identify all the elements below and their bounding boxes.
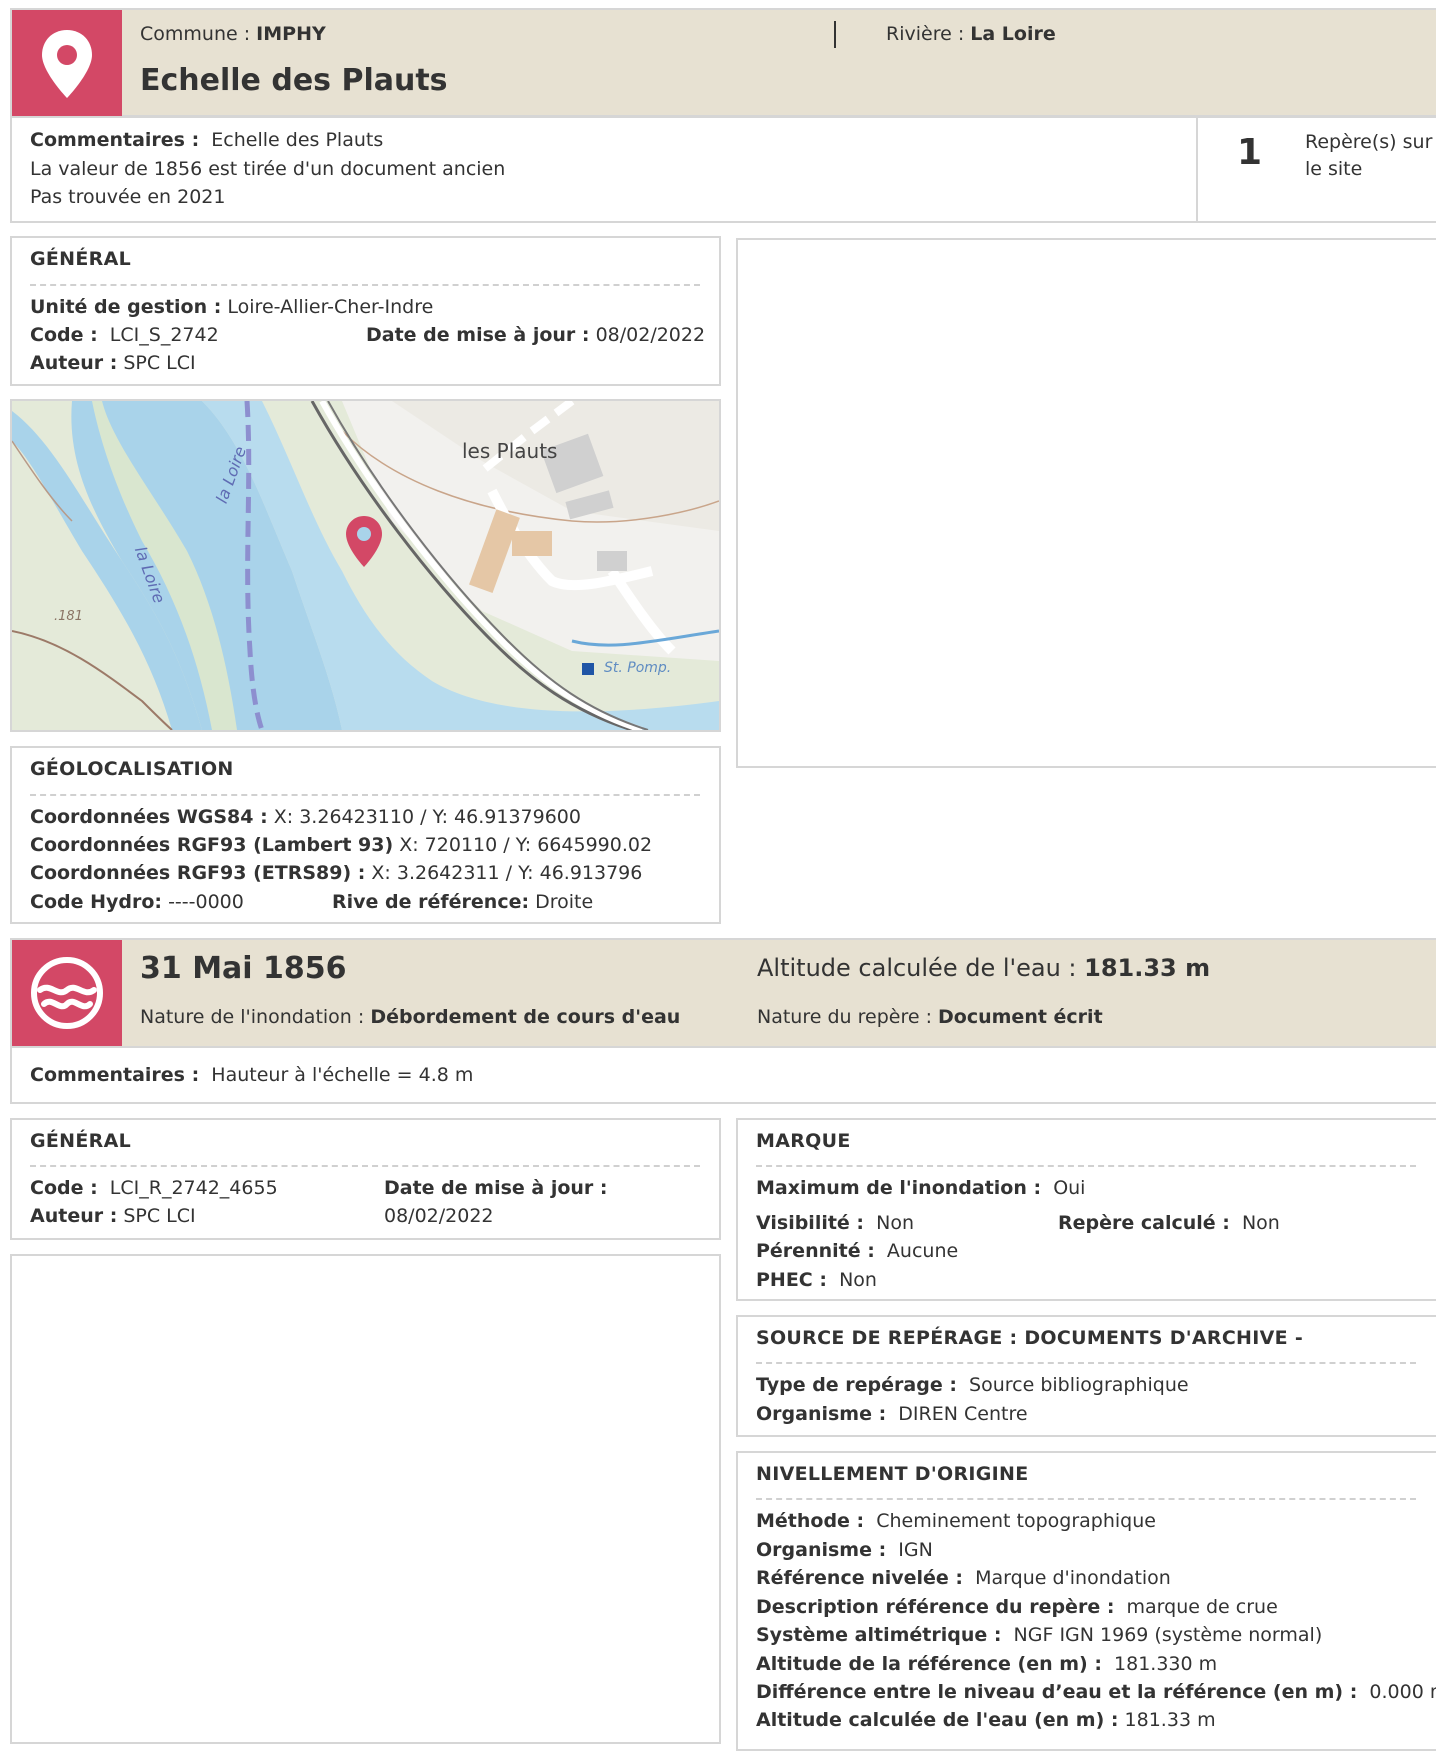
altitude-eau-line: Altitude calculée de l'eau (en m) : 181.… <box>756 1709 1216 1731</box>
marque-divider <box>756 1165 1416 1167</box>
code2-line: Code : LCI_R_2742_4655 <box>30 1177 278 1199</box>
marque-title: MARQUE <box>756 1130 851 1152</box>
lambert93-line: Coordonnées RGF93 (Lambert 93) X: 720110… <box>30 834 653 856</box>
site-comments-line2: La valeur de 1856 est tirée d'un documen… <box>30 158 506 180</box>
repere-count-label-2: le site <box>1305 158 1363 180</box>
event-altitude: Altitude calculée de l'eau : 181.33 m <box>757 954 1211 982</box>
site-comments-line3: Pas trouvée en 2021 <box>30 186 226 208</box>
general-divider <box>30 284 700 286</box>
commune-line: Commune : IMPHY <box>140 23 326 45</box>
reference-line: Référence nivelée : Marque d'inondation <box>756 1567 1171 1589</box>
map-stream-label: St. Pomp. <box>604 660 672 676</box>
visibilite-line: Visibilité : Non <box>756 1212 915 1234</box>
photo-placeholder-repere <box>10 1254 721 1744</box>
description-line: Description référence du repère : marque… <box>756 1596 1278 1618</box>
geo-divider <box>30 794 700 796</box>
map-place-label: les Plauts <box>462 439 558 463</box>
site-icon-block <box>12 10 122 116</box>
riviere-value: La Loire <box>970 23 1056 45</box>
event-comments-line: Commentaires : Hauteur à l'échelle = 4.8… <box>30 1064 474 1086</box>
code-line: Code : LCI_S_2742 <box>30 324 219 346</box>
repere-count: 1 <box>1237 132 1263 173</box>
type-reperage-line: Type de repérage : Source bibliographiqu… <box>756 1374 1189 1396</box>
auteur2-line: Auteur : SPC LCI <box>30 1205 196 1227</box>
hydro-line: Code Hydro: ----0000 <box>30 891 244 913</box>
source-divider <box>756 1362 1416 1364</box>
source-title: SOURCE DE REPÉRAGE : DOCUMENTS D'ARCHIVE… <box>756 1327 1304 1349</box>
riviere-line: Rivière : La Loire <box>886 23 1056 45</box>
perennite-line: Pérennité : Aucune <box>756 1240 959 1262</box>
date2-label: Date de mise à jour : <box>384 1177 608 1199</box>
flood-wave-icon <box>31 957 103 1029</box>
geolocalisation-title: GÉOLOCALISATION <box>30 758 234 780</box>
source-organisme-line: Organisme : DIREN Centre <box>756 1403 1028 1425</box>
nivellement-title: NIVELLEMENT D'ORIGINE <box>756 1463 1029 1485</box>
date2-value: 08/02/2022 <box>384 1205 494 1227</box>
header-divider <box>834 21 836 48</box>
site-title: Echelle des Plauts <box>140 63 448 98</box>
general2-title: GÉNÉRAL <box>30 1130 131 1152</box>
maximum-line: Maximum de l'inondation : Oui <box>756 1177 1086 1199</box>
wgs84-line: Coordonnées WGS84 : X: 3.26423110 / Y: 4… <box>30 806 581 828</box>
event-nature: Nature de l'inondation : Débordement de … <box>140 1006 681 1028</box>
event-repere: Nature du repère : Document écrit <box>757 1006 1103 1028</box>
site-comments-line1: Commentaires : Echelle des Plauts <box>30 129 384 151</box>
event-date: 31 Mai 1856 <box>140 951 347 986</box>
event-icon-block <box>12 940 122 1047</box>
nivellement-divider <box>756 1498 1416 1500</box>
repere-count-label-1: Repère(s) sur <box>1305 131 1433 153</box>
methode-line: Méthode : Cheminement topographique <box>756 1510 1156 1532</box>
niv-organisme-line: Organisme : IGN <box>756 1539 933 1561</box>
rive-line: Rive de référence: Droite <box>332 891 594 913</box>
repere-calcule-line: Repère calculé : Non <box>1058 1212 1280 1234</box>
general-title: GÉNÉRAL <box>30 248 131 270</box>
phec-line: PHEC : Non <box>756 1269 877 1291</box>
commune-value: IMPHY <box>256 23 326 45</box>
photo-placeholder-site <box>736 238 1436 768</box>
difference-line: Différence entre le niveau d’eau et la r… <box>756 1681 1436 1703</box>
comments-divider <box>1196 117 1198 222</box>
unite-line: Unité de gestion : Loire-Allier-Cher-Ind… <box>30 296 434 318</box>
systeme-line: Système altimétrique : NGF IGN 1969 (sys… <box>756 1624 1323 1646</box>
location-pin-icon <box>42 30 92 98</box>
location-map[interactable]: les Plauts la Loire la Loire St. Pomp. .… <box>10 399 721 732</box>
date-line: Date de mise à jour : 08/02/2022 <box>366 324 706 346</box>
etrs89-line: Coordonnées RGF93 (ETRS89) : X: 3.264231… <box>30 862 643 884</box>
auteur-line: Auteur : SPC LCI <box>30 352 196 374</box>
general2-divider <box>30 1165 700 1167</box>
altitude-reference-line: Altitude de la référence (en m) : 181.33… <box>756 1653 1218 1675</box>
map-elevation-label: .181 <box>54 609 83 624</box>
